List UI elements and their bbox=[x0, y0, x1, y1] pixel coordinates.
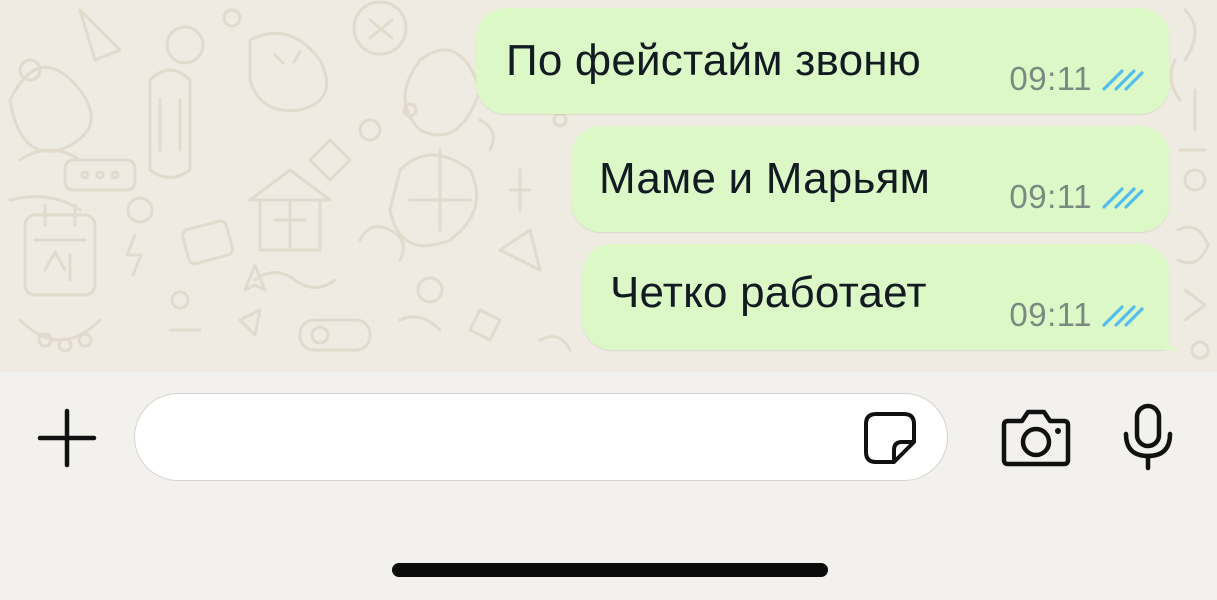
message-time: 09:11 bbox=[1009, 60, 1092, 97]
double-check-icon bbox=[1102, 69, 1144, 91]
camera-icon[interactable] bbox=[1000, 407, 1072, 469]
plus-icon[interactable] bbox=[36, 407, 98, 469]
bubble-tail bbox=[1156, 328, 1182, 350]
message-time: 09:11 bbox=[1009, 296, 1092, 333]
message-text: По фейстайм звоню bbox=[506, 36, 921, 85]
message-bubble[interactable]: Маме и Марьям 09:11 bbox=[571, 126, 1170, 232]
message-text: Маме и Марьям bbox=[599, 154, 931, 203]
message-bubble[interactable]: Четко работает 09:11 bbox=[582, 244, 1182, 350]
message-meta: 09:11 bbox=[1009, 296, 1144, 334]
message-meta: 09:11 bbox=[1009, 178, 1144, 216]
chat-area: По фейстайм звоню 09:11 Маме и Марьям 09… bbox=[0, 0, 1217, 372]
message-text: Четко работает bbox=[610, 268, 927, 317]
message-meta: 09:11 bbox=[1009, 60, 1144, 98]
double-check-icon bbox=[1102, 187, 1144, 209]
message-input[interactable] bbox=[134, 393, 948, 481]
message-bubble[interactable]: По фейстайм звоню 09:11 bbox=[476, 8, 1170, 114]
microphone-icon[interactable] bbox=[1120, 402, 1176, 472]
double-check-icon bbox=[1102, 305, 1144, 327]
message-time: 09:11 bbox=[1009, 178, 1092, 215]
sticker-icon[interactable] bbox=[862, 410, 918, 466]
home-indicator[interactable] bbox=[392, 563, 828, 577]
